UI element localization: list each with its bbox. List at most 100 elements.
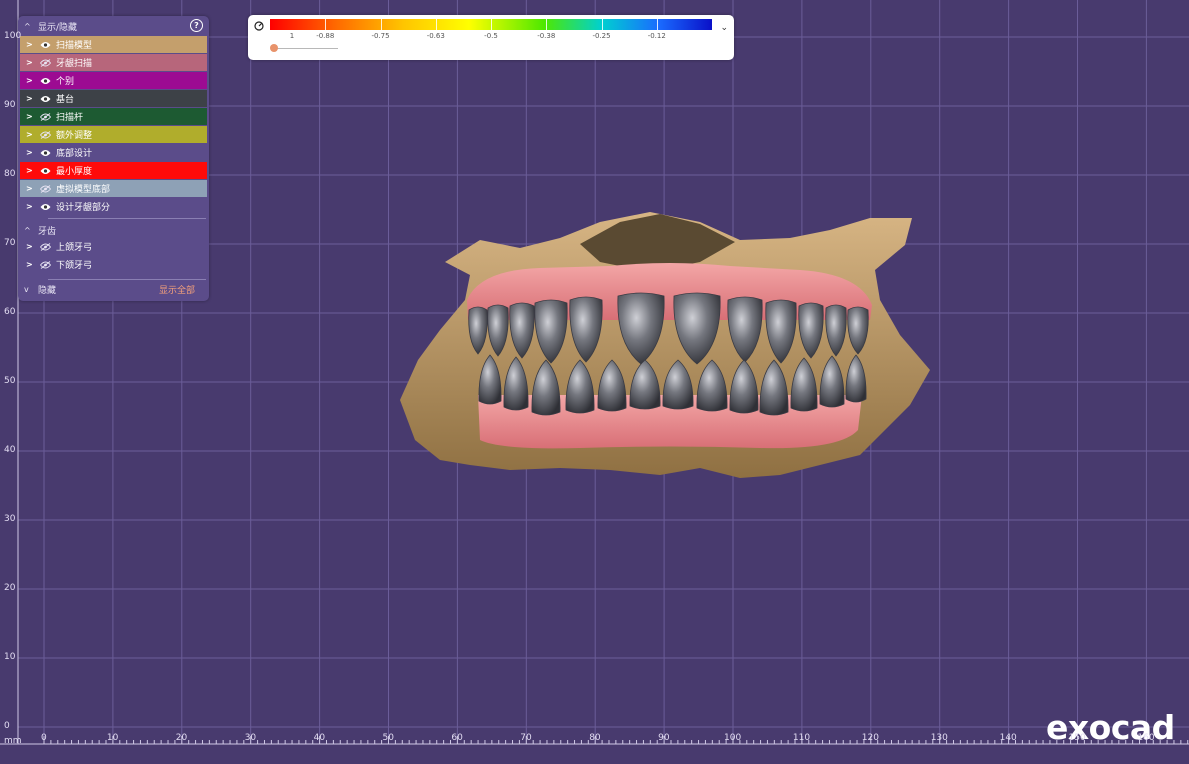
x-axis-label: 90 [658, 733, 670, 743]
show-all-link[interactable]: 显示全部 [159, 283, 195, 296]
display-hide-header[interactable]: ^ 显示/隐藏 [18, 17, 209, 35]
chevron-right-icon[interactable]: > [26, 184, 36, 193]
layer-row[interactable]: > 个别 [20, 72, 207, 89]
chevron-right-icon[interactable]: > [26, 130, 36, 139]
layer-row[interactable]: > 额外调整 [20, 126, 207, 143]
layer-row[interactable]: > 基台 [20, 90, 207, 107]
x-axis-label: 10 [106, 733, 119, 743]
chevron-up-icon: ^ [24, 21, 31, 31]
scale-label: -0.75 [371, 32, 390, 40]
scale-label: 1 [289, 32, 295, 40]
hidden-title: 隐藏 [38, 285, 57, 296]
slider-handle[interactable] [270, 44, 278, 52]
eye-icon[interactable] [38, 260, 52, 269]
eye-icon[interactable] [38, 76, 52, 85]
x-axis-label: 20 [175, 733, 188, 743]
layer-label: 最小厚度 [56, 167, 93, 177]
chevron-right-icon[interactable]: > [26, 40, 36, 49]
y-axis-label: 90 [4, 100, 16, 110]
slider-track[interactable] [276, 48, 338, 49]
layer-label: 设计牙龈部分 [56, 203, 111, 213]
layer-label: 额外调整 [56, 131, 93, 141]
layer-row[interactable]: > 底部设计 [20, 144, 207, 161]
chevron-right-icon[interactable]: > [26, 166, 36, 175]
arch-row[interactable]: > 上颌牙弓 [20, 238, 207, 255]
arch-label: 上颌牙弓 [56, 243, 93, 253]
axis-unit: mm [4, 736, 22, 746]
dental-model[interactable] [400, 212, 930, 478]
color-scale-panel: 1 -0.88 -0.75 -0.63 -0.5 -0.38 -0.25 -0.12 ⌄ [248, 15, 734, 60]
eye-off-icon[interactable] [38, 112, 52, 121]
hidden-header[interactable]: v 隐藏 显示全部 [18, 280, 209, 298]
eye-icon[interactable] [38, 148, 52, 157]
chevron-up-icon: ^ [24, 225, 31, 235]
layer-label: 扫描模型 [56, 41, 93, 51]
layer-label: 个别 [56, 77, 75, 87]
layer-row[interactable]: > 牙龈扫描 [20, 54, 207, 71]
y-axis-label: 60 [4, 307, 16, 317]
x-axis-label: 50 [382, 733, 394, 743]
layer-label: 虚拟模型底部 [56, 185, 111, 195]
layer-row[interactable]: > 扫描杆 [20, 108, 207, 125]
chevron-right-icon[interactable]: > [26, 242, 36, 251]
eye-off-icon[interactable] [38, 184, 52, 193]
chevron-right-icon[interactable]: > [26, 58, 36, 67]
eye-off-icon[interactable] [38, 130, 52, 139]
x-axis-label: 80 [589, 733, 601, 743]
scale-label: -0.88 [316, 32, 335, 40]
layer-row[interactable]: > 虚拟模型底部 [20, 180, 207, 197]
scale-tick [325, 19, 327, 30]
y-axis-label: 40 [4, 445, 16, 455]
chevron-right-icon[interactable]: > [26, 202, 36, 211]
scale-label: -0.5 [484, 32, 498, 40]
chevron-right-icon[interactable]: > [26, 76, 36, 85]
y-axis-label: 10 [4, 652, 16, 662]
display-hide-title: 显示/隐藏 [38, 22, 78, 33]
chevron-right-icon[interactable]: > [26, 112, 36, 121]
display-hide-panel: ^ 显示/隐藏 ? > 扫描模型 > 牙龈扫描 > 个别 > 基台 > 扫描杆 > 额外调整 > 底部设计… [18, 16, 209, 301]
chevron-right-icon[interactable]: > [26, 94, 36, 103]
eye-icon[interactable] [38, 94, 52, 103]
exocad-logo: exocad [1046, 708, 1175, 747]
scale-label: -0.63 [426, 32, 445, 40]
layer-label: 牙龈扫描 [56, 59, 93, 69]
scale-tick [435, 19, 437, 30]
eye-off-icon[interactable] [38, 58, 52, 67]
layer-label: 底部设计 [56, 149, 93, 159]
y-axis-label: 30 [4, 514, 16, 524]
eye-icon[interactable] [38, 242, 52, 251]
arch-label: 下颌牙弓 [56, 261, 93, 271]
x-axis-label: 130 [930, 733, 948, 743]
help-icon[interactable]: ? [190, 19, 203, 32]
layer-row[interactable]: > 设计牙龈部分 [20, 198, 207, 215]
chevron-down-icon: v [24, 284, 29, 294]
teeth-header[interactable]: ^ 牙齿 [18, 221, 209, 239]
eye-icon[interactable] [38, 166, 52, 175]
layer-row[interactable]: > 扫描模型 [20, 36, 207, 53]
layer-row[interactable]: > 最小厚度 [20, 162, 207, 179]
chevron-right-icon[interactable]: > [26, 260, 36, 269]
gauge-icon[interactable] [254, 21, 264, 31]
x-axis-label: 150 [1068, 733, 1086, 743]
eye-icon[interactable] [38, 202, 52, 211]
layer-label: 基台 [56, 95, 75, 105]
y-axis-label: 80 [4, 169, 16, 179]
arch-row[interactable]: > 下颌牙弓 [20, 256, 207, 273]
scale-tick [601, 19, 603, 30]
x-axis-label: 120 [861, 733, 879, 743]
y-axis-label: 100 [4, 31, 22, 41]
scale-label: -0.25 [592, 32, 611, 40]
x-axis-label: 60 [451, 733, 463, 743]
x-axis-label: 0 [41, 733, 47, 743]
x-axis-label: 40 [313, 733, 326, 743]
y-axis-label: 20 [4, 583, 16, 593]
y-axis-label: 50 [4, 376, 16, 386]
chevron-down-icon[interactable]: ⌄ [720, 23, 728, 33]
scale-label: -0.12 [647, 32, 666, 40]
layer-label: 扫描杆 [56, 113, 84, 123]
eye-icon[interactable] [38, 40, 52, 49]
scale-tick [546, 19, 548, 30]
chevron-right-icon[interactable]: > [26, 148, 36, 157]
scale-tick [656, 19, 658, 30]
x-axis-label: 30 [244, 733, 257, 743]
